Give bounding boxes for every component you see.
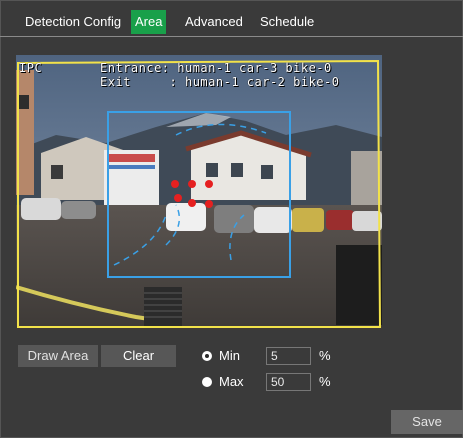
osd-brand: IPC [19,61,43,75]
min-label: Min [219,348,240,363]
tab-schedule[interactable]: Schedule [256,10,318,34]
draw-area-button[interactable]: Draw Area [18,345,98,367]
max-radio-option[interactable]: Max [202,372,262,392]
osd-entrance-count: Entrance: human-1 car-3 bike-0 [100,61,332,75]
tab-detection-config[interactable]: Detection Config [21,10,125,34]
max-radio-button[interactable] [202,377,212,387]
tab-area[interactable]: Area [131,10,167,34]
max-label: Max [219,374,244,389]
tab-advanced[interactable]: Advanced [181,10,247,34]
tab-bar: Detection Config Area Advanced Schedule [0,0,463,37]
video-preview[interactable]: IPC Entrance: human-1 car-3 bike-0 Exit … [16,55,382,330]
min-size-input[interactable] [266,347,311,365]
osd-exit-count: Exit : human-1 car-2 bike-0 [100,75,340,89]
camera-scene [16,55,382,330]
min-radio-button[interactable] [202,351,212,361]
max-unit-label: % [319,374,331,389]
min-radio-option[interactable]: Min [202,346,262,366]
save-button[interactable]: Save [391,410,463,434]
clear-button[interactable]: Clear [101,345,176,367]
max-size-input[interactable] [266,373,311,391]
min-unit-label: % [319,348,331,363]
